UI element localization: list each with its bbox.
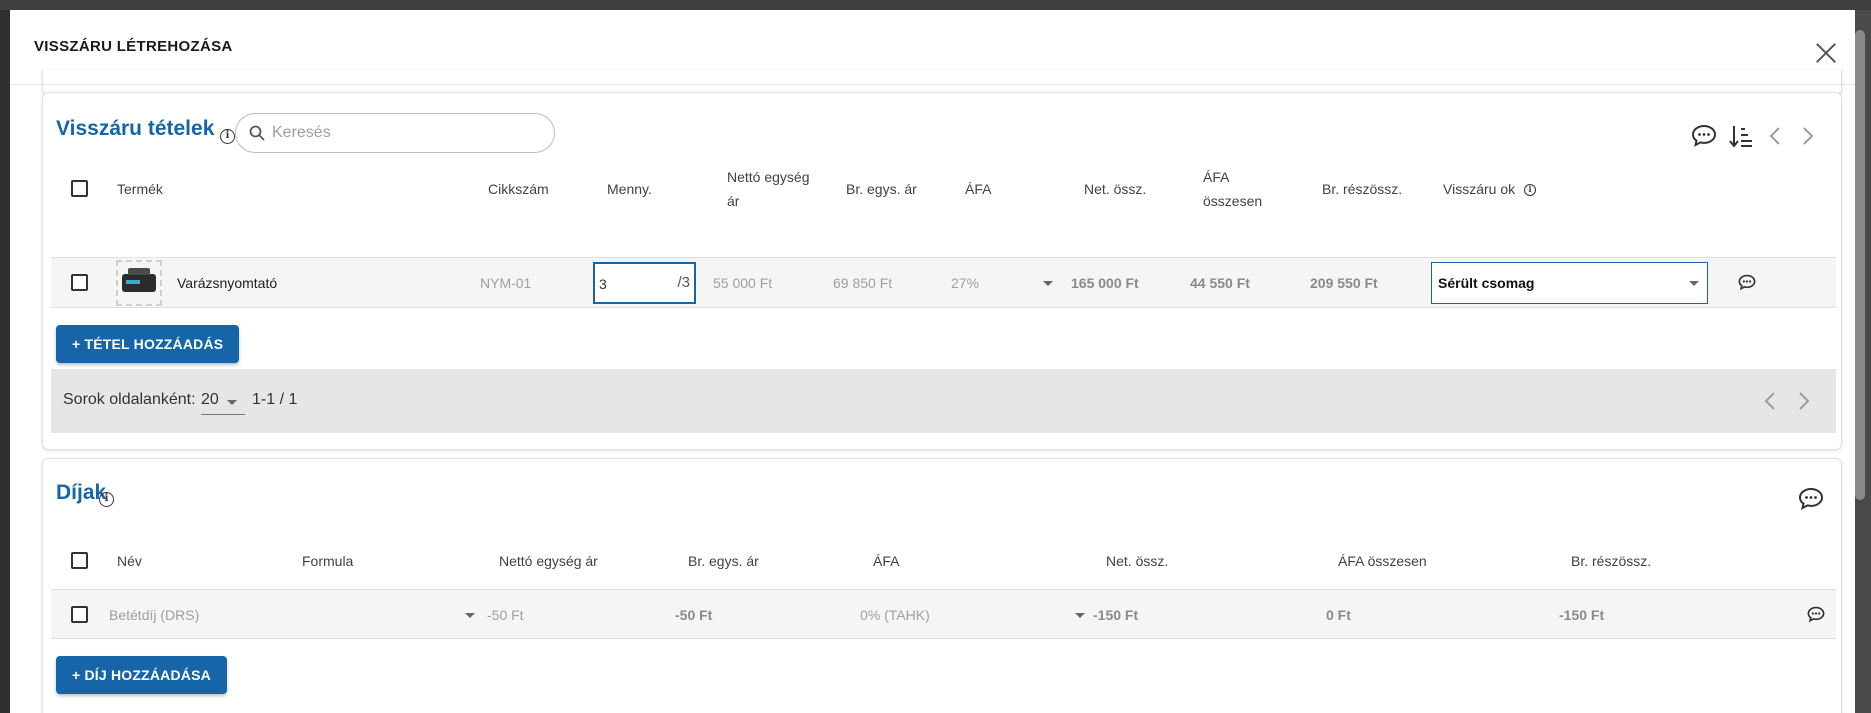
vat-total-value: 44 550 Ft [1190, 275, 1250, 291]
col-net-unit-line2[interactable]: ár [727, 189, 739, 213]
comment-icon[interactable] [1691, 124, 1717, 148]
row-checkbox[interactable] [71, 274, 88, 291]
search-input[interactable] [272, 122, 542, 144]
col-reason[interactable]: Visszáru ok [1443, 177, 1515, 201]
reason-info-icon[interactable]: i [1524, 184, 1536, 196]
product-thumbnail [116, 260, 162, 306]
col-vat-total[interactable]: ÁFA összesen [1338, 549, 1427, 573]
background-topbar [0, 0, 1871, 10]
search-field[interactable] [235, 113, 555, 153]
return-items-title: Visszáru tételek [56, 117, 215, 140]
col-vat-total-line2[interactable]: összesen [1203, 189, 1262, 213]
gross-subtotal-value: 209 550 Ft [1310, 275, 1378, 291]
dropdown-arrow-icon[interactable] [1689, 281, 1699, 286]
rows-per-page-value: 20 [201, 391, 219, 408]
chevron-left-icon[interactable] [1768, 126, 1782, 146]
quantity-field[interactable]: /3 [593, 262, 696, 304]
col-net-total[interactable]: Net. össz. [1084, 177, 1146, 201]
page-range: 1-1 / 1 [252, 391, 298, 408]
select-all-checkbox[interactable] [71, 180, 88, 197]
chevron-right-icon[interactable] [1801, 126, 1815, 146]
table-row: Betétdíj (DRS) -50 Ft -50 Ft 0% (TAHK) -… [51, 589, 1836, 639]
sku-value: NYM-01 [480, 275, 532, 291]
add-item-button[interactable]: + TÉTEL HOZZÁADÁS [56, 325, 240, 363]
col-net-total[interactable]: Net. össz. [1106, 549, 1168, 573]
product-name[interactable]: Varázsnyomtató [177, 274, 277, 292]
quantity-input[interactable] [599, 274, 659, 294]
fees-card: Díjak i Név Formula Nettó egység ár Br. … [42, 458, 1842, 713]
comment-icon[interactable] [1807, 606, 1825, 623]
quantity-max: /3 [677, 274, 690, 291]
next-page-icon[interactable] [1797, 391, 1811, 411]
rows-per-page-label: Sorok oldalanként: [63, 391, 196, 408]
col-vat[interactable]: ÁFA [965, 177, 991, 201]
col-formula[interactable]: Formula [302, 549, 353, 573]
col-net-unit[interactable]: Nettó egység ár [499, 549, 598, 573]
comment-icon[interactable] [1798, 487, 1824, 511]
page-scrollbar[interactable] [1855, 30, 1865, 500]
return-dialog: VISSZÁRU LÉTREHOZÁSA Visszáru tételek i [10, 10, 1855, 713]
fee-vat-select[interactable]: 0% (TAHK) [860, 606, 930, 624]
col-sku[interactable]: Cikkszám [488, 177, 549, 201]
printer-image [122, 268, 156, 292]
return-reason-select[interactable]: Sérült csomag [1431, 262, 1708, 304]
col-vat-total-line1[interactable]: ÁFA [1203, 165, 1229, 189]
col-vat[interactable]: ÁFA [873, 549, 899, 573]
vat-select[interactable]: 27% [951, 274, 979, 292]
col-gross-unit[interactable]: Br. egys. ár [688, 549, 759, 573]
row-checkbox[interactable] [71, 606, 88, 623]
dropdown-arrow-icon[interactable] [1043, 281, 1053, 286]
info-icon[interactable]: i [99, 492, 114, 507]
return-reason-value: Sérült csomag [1438, 275, 1535, 291]
col-product[interactable]: Termék [117, 177, 163, 201]
comment-icon[interactable] [1738, 274, 1756, 291]
fee-gross-subtotal-value: -150 Ft [1559, 607, 1605, 623]
col-gross-unit[interactable]: Br. egys. ár [846, 177, 917, 201]
net-unit-value: 55 000 Ft [713, 275, 773, 291]
table-row: Varázsnyomtató NYM-01 /3 55 000 Ft 69 85… [51, 257, 1836, 308]
sort-icon[interactable] [1728, 123, 1754, 149]
dropdown-arrow-icon[interactable] [227, 400, 237, 405]
col-net-unit-line1[interactable]: Nettó egység [727, 165, 810, 189]
prev-page-icon[interactable] [1763, 391, 1777, 411]
col-gross-subtotal[interactable]: Br. részössz. [1571, 549, 1651, 573]
rows-per-page-select[interactable]: 20 [201, 391, 245, 415]
search-icon [249, 125, 265, 141]
col-qty[interactable]: Menny. [607, 177, 652, 201]
return-items-card: Visszáru tételek i Keresés Termék Cikksz… [42, 92, 1842, 450]
close-icon[interactable] [1813, 40, 1839, 66]
net-total-value: 165 000 Ft [1071, 275, 1139, 291]
pagination-bar: Sorok oldalanként: 20 1-1 / 1 [51, 369, 1836, 433]
fee-net-unit-value: -50 Ft [487, 607, 524, 623]
select-all-checkbox[interactable] [71, 552, 88, 569]
fee-vat-total-value: 0 Ft [1326, 607, 1351, 623]
info-icon[interactable]: i [220, 129, 235, 144]
dropdown-arrow-icon[interactable] [465, 613, 475, 618]
col-gross-subtotal[interactable]: Br. részössz. [1322, 177, 1402, 201]
fee-name-select[interactable]: Betétdíj (DRS) [109, 606, 199, 624]
dialog-title: VISSZÁRU LÉTREHOZÁSA [34, 38, 233, 55]
col-name[interactable]: Név [117, 549, 142, 573]
fee-net-total-value: -150 Ft [1093, 607, 1139, 623]
gross-unit-value: 69 850 Ft [833, 275, 893, 291]
add-fee-button[interactable]: + DÍJ HOZZÁADÁSA [56, 656, 227, 694]
background-sidebar [0, 10, 10, 713]
dropdown-arrow-icon[interactable] [1075, 613, 1085, 618]
fee-gross-unit-value: -50 Ft [675, 607, 713, 623]
